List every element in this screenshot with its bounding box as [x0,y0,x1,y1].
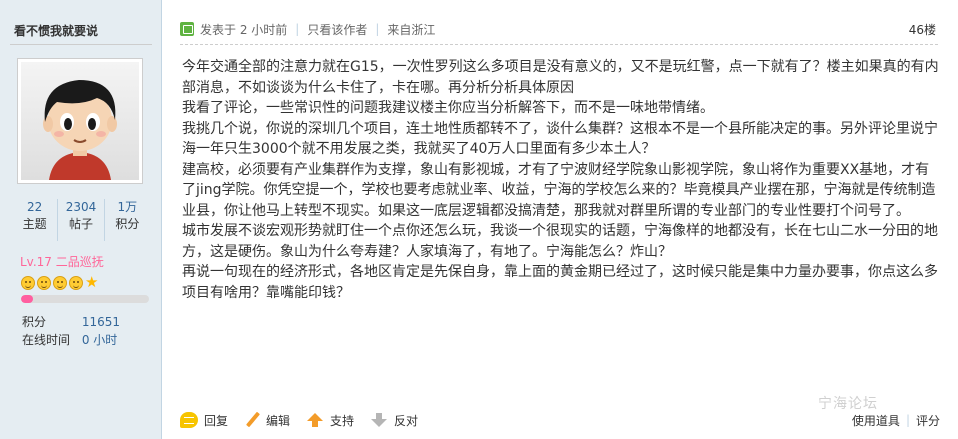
oppose-button[interactable]: 反对 [370,412,418,429]
support-label: 支持 [330,413,355,428]
info-key: 在线时间 [22,333,71,347]
author-only-link[interactable]: 只看该作者 [307,21,367,38]
reply-icon [180,412,198,428]
divider: | [905,413,910,427]
divider: | [375,22,380,36]
post-body: 发表于 2 小时前 | 只看该作者 | 来自浙江 46楼 今年交通全部的注意力就… [163,0,958,439]
post-paragraph: 建高校，必须要有产业集群作为支撑，象山有影视城，才有了宁波财经学院象山影视学院，… [182,161,936,219]
online-status-icon [180,22,194,36]
floor-number[interactable]: 46楼 [909,21,936,38]
info-row-credits: 积分 11651 [22,313,120,330]
edit-button[interactable]: 编辑 [244,412,290,429]
level-progress-bar [21,295,149,303]
post-paragraph: 城市发展不谈宏观形势就盯住一个点你还怎么玩，我谈一个很现实的话题，宁海像样的地都… [182,223,938,260]
support-button[interactable]: 支持 [306,412,354,429]
arrow-up-icon [306,412,324,428]
post-paragraph: 再说一句现在的经济形式，各地区肯定是先保自身，靠上面的黄金期已经过了，这时候只能… [182,264,938,301]
star-icon: ★ [85,273,99,291]
info-value: 11651 [81,315,121,329]
oppose-label: 反对 [394,413,419,428]
avatar-frame[interactable] [17,58,143,184]
smiley-badge-icon [21,276,35,290]
info-key: 积分 [22,315,47,329]
post-paragraph: 我看了评论，一些常识性的问题我建议楼主你应当分析解答下，而不是一味地带情绪。 [182,100,714,116]
stat-credits[interactable]: 1万 积分 [103,199,150,241]
stat-label: 帖子 [68,217,93,231]
username[interactable]: 看不惯我就要说 [14,22,98,39]
post-header: 发表于 2 小时前 | 只看该作者 | 来自浙江 46楼 [180,20,950,38]
edit-label: 编辑 [266,413,291,428]
smiley-badge-icon [37,276,51,290]
pencil-icon [244,412,260,428]
level-progress-fill [21,295,33,303]
stat-value[interactable]: 22 [12,199,57,215]
info-row-online-time: 在线时间 0 小时 [22,331,117,348]
reply-button[interactable]: 回复 [180,412,228,429]
use-tool-button[interactable]: 使用道具 [852,412,900,429]
stat-label: 积分 [115,217,140,231]
post-content: 今年交通全部的注意力就在G15，一次性罗列这么多项目是没有意义的，又不是玩红警，… [182,57,942,303]
post-location: 来自浙江 [387,22,436,37]
user-level[interactable]: Lv.17 二品巡抚 [20,253,104,270]
rate-button[interactable]: 评分 [916,412,940,429]
stat-value[interactable]: 1万 [105,199,150,215]
avatar[interactable] [21,62,139,180]
divider [10,44,152,45]
stat-posts[interactable]: 2304 帖子 [57,199,103,241]
divider: | [295,22,300,36]
user-panel: 看不惯我就要说 22 主题 2304 帖子 1万 积分 Lv.17 二品巡抚 ★… [0,0,162,439]
info-value: 0 小时 [81,333,118,347]
smiley-badge-icon [69,276,83,290]
arrow-down-icon [370,412,388,428]
post-actions: 回复 编辑 支持 反对 使用道具 | 评分 [180,406,940,434]
user-stats: 22 主题 2304 帖子 1万 积分 [12,199,150,241]
post-paragraph: 今年交通全部的注意力就在G15，一次性罗列这么多项目是没有意义的，又不是玩红警，… [182,59,939,96]
smiley-badge-icon [53,276,67,290]
divider [180,44,938,45]
stat-value[interactable]: 2304 [58,199,103,215]
post-time: 发表于 2 小时前 [200,22,288,37]
post-tools: 使用道具 | 评分 [852,412,940,429]
post-paragraph: 我挑几个说，你说的深圳几个项目，连土地性质都转不了，谈什么集群？这根本不是一个县… [182,120,938,158]
reply-label: 回复 [204,413,229,428]
stat-label: 主题 [22,217,47,231]
stat-threads[interactable]: 22 主题 [12,199,57,241]
